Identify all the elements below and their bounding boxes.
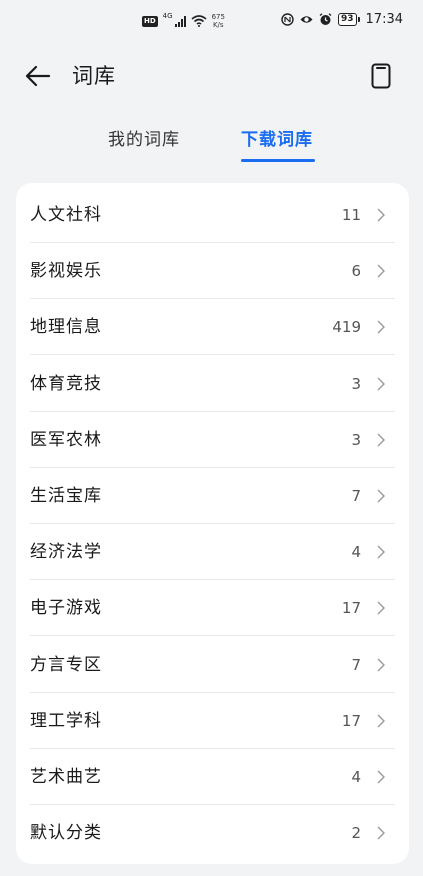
category-list: 人文社科 11 影视娱乐 6 地理信息 419 体育竞技 3 医军农林 3 生活宝库 7 经济法学 4 电子… <box>16 183 409 864</box>
category-label: 医军农林 <box>30 429 102 450</box>
chevron-right-icon <box>377 826 385 840</box>
category-label: 默认分类 <box>30 823 102 844</box>
chevron-right-icon <box>377 377 385 391</box>
tab-my-library[interactable]: 我的词库 <box>108 126 180 154</box>
chevron-right-icon <box>377 770 385 784</box>
status-left: HD 4G 675 K/s <box>142 12 225 29</box>
net-speed: 675 K/s <box>212 13 225 29</box>
hd-badge: HD <box>142 15 158 27</box>
category-count: 2 <box>351 824 361 843</box>
tab-bar: 我的词库 下载词库 <box>0 126 423 166</box>
category-label: 地理信息 <box>30 317 102 338</box>
net-speed-value: 675 <box>211 13 225 21</box>
chevron-right-icon <box>377 658 385 672</box>
active-tab-indicator <box>241 159 315 162</box>
status-right: 93 17:34 <box>281 12 403 27</box>
category-count: 3 <box>351 430 361 449</box>
device-button[interactable] <box>367 61 395 91</box>
category-label: 艺术曲艺 <box>30 767 102 787</box>
list-item[interactable]: 地理信息 419 <box>16 299 409 356</box>
category-label: 方言专区 <box>30 654 102 675</box>
category-label: 经济法学 <box>30 542 102 563</box>
chevron-right-icon <box>377 489 385 503</box>
category-count: 7 <box>351 487 361 505</box>
category-count: 419 <box>332 318 361 337</box>
chevron-right-icon <box>377 208 385 222</box>
category-count: 7 <box>351 655 361 674</box>
phone-icon <box>371 63 391 89</box>
chevron-right-icon <box>377 433 385 447</box>
list-item[interactable]: 影视娱乐 6 <box>16 243 409 300</box>
category-label: 人文社科 <box>30 205 102 225</box>
wifi-icon <box>191 15 207 27</box>
category-count: 17 <box>341 711 361 730</box>
arrow-left-icon <box>25 65 51 87</box>
list-item[interactable]: 医军农林 3 <box>16 412 409 468</box>
list-item[interactable]: 电子游戏 17 <box>16 580 409 637</box>
list-item[interactable]: 艺术曲艺 4 <box>16 749 409 805</box>
chevron-right-icon <box>377 714 385 728</box>
list-item[interactable]: 人文社科 11 <box>16 187 409 243</box>
eye-comfort-icon <box>300 16 313 23</box>
category-count: 17 <box>341 599 361 618</box>
category-label: 影视娱乐 <box>30 261 102 282</box>
chevron-right-icon <box>377 545 385 559</box>
status-bar: HD 4G 675 K/s 93 17:34 <box>0 0 423 44</box>
list-item[interactable]: 默认分类 2 <box>16 805 409 861</box>
category-count: 4 <box>351 543 361 562</box>
list-item[interactable]: 方言专区 7 <box>16 637 409 693</box>
category-label: 体育竞技 <box>30 373 102 394</box>
chevron-right-icon <box>377 264 385 278</box>
battery-indicator: 93 <box>338 13 360 26</box>
category-count: 4 <box>351 768 361 786</box>
alarm-icon <box>319 13 332 25</box>
tab-download-library[interactable]: 下载词库 <box>241 126 313 154</box>
category-label: 理工学科 <box>30 710 102 731</box>
category-label: 生活宝库 <box>30 486 102 506</box>
category-count: 3 <box>351 374 361 393</box>
battery-cap <box>357 17 360 22</box>
battery-level: 93 <box>338 13 357 26</box>
list-item[interactable]: 体育竞技 3 <box>16 356 409 412</box>
net-speed-unit: K/s <box>212 21 224 29</box>
cell-signal-icon <box>174 15 186 27</box>
back-button[interactable] <box>24 62 52 90</box>
list-item[interactable]: 生活宝库 7 <box>16 468 409 524</box>
category-label: 电子游戏 <box>30 598 102 619</box>
list-item[interactable]: 理工学科 17 <box>16 693 409 749</box>
category-count: 11 <box>341 206 361 224</box>
signal-type-label: 4G <box>162 12 173 20</box>
list-item[interactable]: 经济法学 4 <box>16 524 409 581</box>
clock: 17:34 <box>365 12 403 27</box>
chevron-right-icon <box>377 320 385 334</box>
app-bar: 词库 <box>0 52 423 100</box>
chevron-right-icon <box>377 601 385 615</box>
page-title: 词库 <box>72 64 116 88</box>
nfc-icon <box>281 13 294 26</box>
category-count: 6 <box>351 262 361 281</box>
